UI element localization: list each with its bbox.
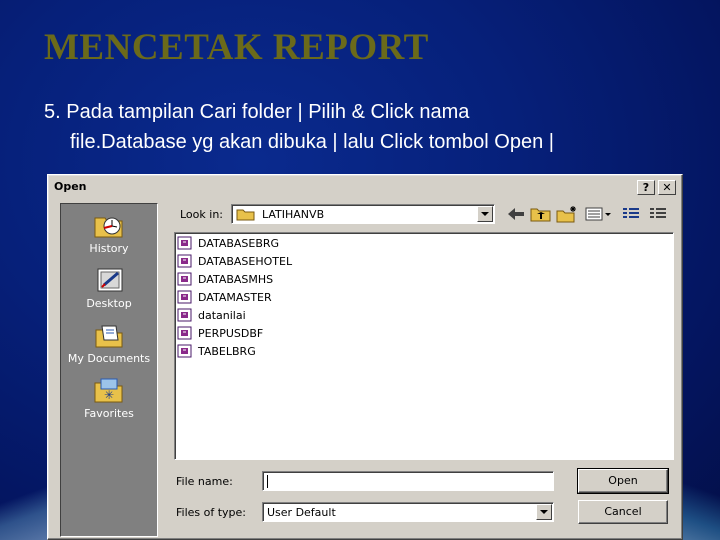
look-in-label: Look in: [180, 208, 223, 221]
details-view-icon[interactable] [646, 204, 670, 224]
svg-text:✳: ✳ [104, 388, 114, 402]
file-name-input[interactable] [262, 471, 554, 491]
help-button[interactable]: ? [637, 180, 655, 195]
place-favorites[interactable]: ✳ Favorites [61, 375, 157, 420]
look-in-value: LATIHANVB [262, 208, 325, 221]
file-item[interactable]: DATABASEHOTEL [177, 253, 377, 269]
file-item[interactable]: PERPUSDBF [177, 325, 377, 341]
new-folder-icon[interactable] [555, 204, 579, 224]
file-name: DATABASEBRG [198, 237, 280, 250]
cancel-button[interactable]: Cancel [578, 500, 668, 524]
instruction-line-2: file.Database yg akan dibuka | lalu Clic… [70, 131, 554, 153]
open-button[interactable]: Open [577, 468, 669, 494]
slide-instructions: 5. Pada tampilan Cari folder | Pilih & C… [44, 97, 684, 157]
files-of-type-dropdown-button[interactable] [536, 504, 552, 520]
close-button[interactable]: ✕ [658, 180, 676, 195]
database-file-icon [177, 254, 192, 268]
my-documents-icon [95, 325, 123, 348]
files-of-type-value: User Default [267, 506, 336, 519]
file-name: datanilai [198, 309, 246, 322]
file-name-label: File name: [176, 475, 233, 488]
file-item[interactable]: DATABASMHS [177, 271, 377, 287]
instruction-line-1: 5. Pada tampilan Cari folder | Pilih & C… [44, 101, 470, 123]
place-my-documents[interactable]: My Documents [61, 320, 157, 365]
places-bar: History Desktop My Documents ✳ Favorites [60, 203, 158, 537]
database-file-icon [177, 272, 192, 286]
files-of-type-label: Files of type: [176, 506, 247, 519]
file-item[interactable]: datanilai [177, 307, 377, 323]
file-name: TABELBRG [198, 345, 256, 358]
history-icon [94, 217, 123, 238]
file-name: DATAMASTER [198, 291, 272, 304]
back-arrow-icon[interactable] [504, 204, 528, 224]
text-caret [267, 475, 268, 488]
database-file-icon [177, 326, 192, 340]
file-list: DATABASEBRG DATABASEHOTEL DATABASMHS DAT… [174, 232, 674, 460]
slide-title: MENCETAK REPORT [44, 27, 429, 68]
view-menu-icon[interactable] [584, 204, 614, 224]
file-name: DATABASMHS [198, 273, 274, 286]
file-name: PERPUSDBF [198, 327, 264, 340]
desktop-icon [97, 268, 123, 292]
decoration-left [0, 480, 50, 540]
favorites-icon: ✳ [94, 378, 123, 403]
dialog-titlebar: Open ? ✕ [51, 178, 679, 196]
look-in-dropdown-button[interactable] [477, 206, 493, 222]
files-of-type-dropdown[interactable]: User Default [262, 502, 554, 522]
place-favorites-label: Favorites [84, 407, 134, 420]
database-file-icon [177, 236, 192, 250]
place-my-documents-label: My Documents [67, 352, 151, 365]
database-file-icon [177, 290, 192, 304]
place-history-label: History [89, 242, 129, 255]
open-dialog: Open ? ✕ History Desktop My Documents ✳ … [47, 174, 683, 540]
up-one-level-icon[interactable] [529, 204, 553, 224]
place-desktop-label: Desktop [86, 297, 132, 310]
database-file-icon [177, 308, 192, 322]
file-name: DATABASEHOTEL [198, 255, 293, 268]
folder-icon [236, 209, 255, 221]
file-item[interactable]: DATAMASTER [177, 289, 377, 305]
dialog-title: Open [54, 180, 87, 193]
file-item[interactable]: DATABASEBRG [177, 235, 377, 251]
place-history[interactable]: History [61, 210, 157, 255]
place-desktop[interactable]: Desktop [61, 265, 157, 310]
database-file-icon [177, 344, 192, 358]
list-view-icon[interactable] [619, 204, 643, 224]
file-item[interactable]: TABELBRG [177, 343, 377, 359]
look-in-dropdown[interactable]: LATIHANVB [231, 204, 495, 224]
